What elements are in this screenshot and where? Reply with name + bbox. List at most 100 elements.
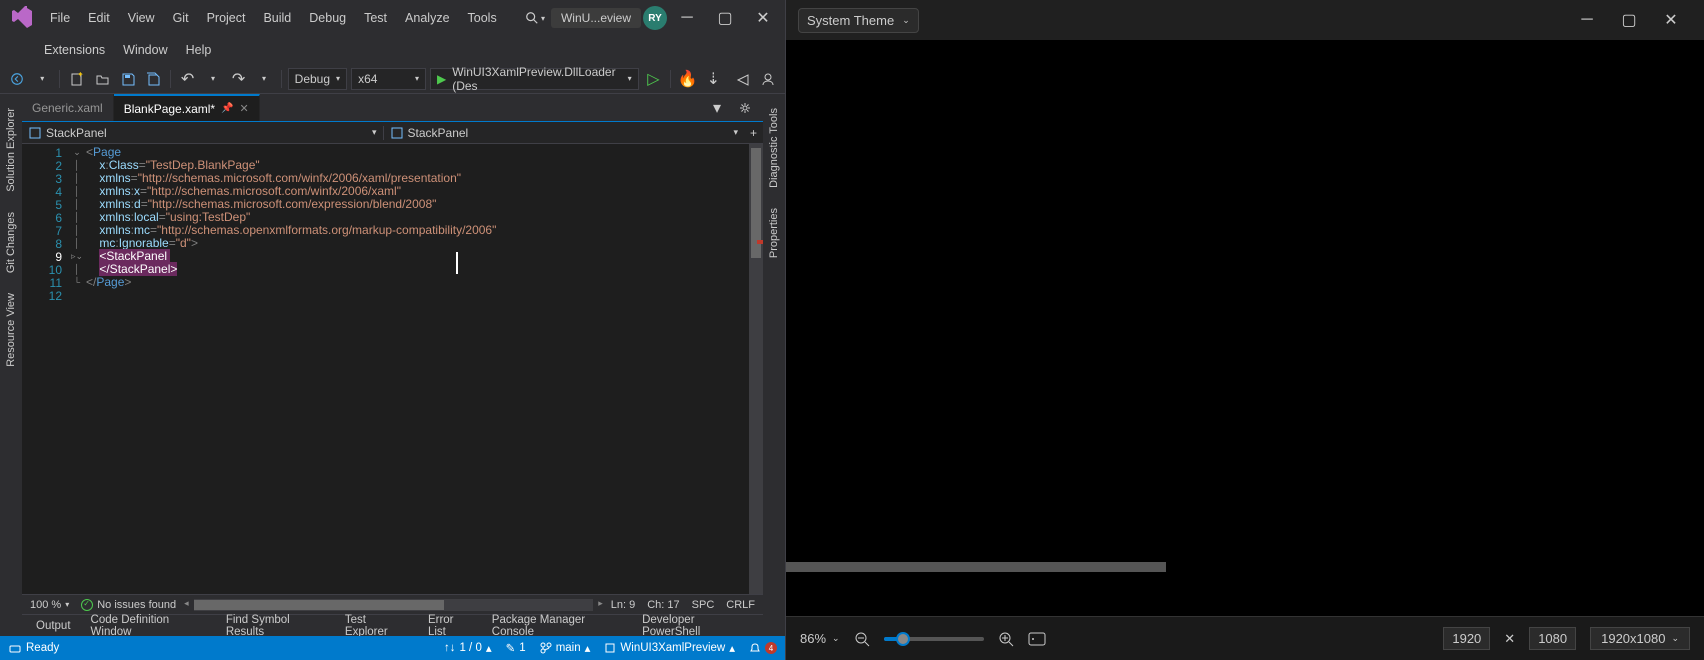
gear-icon xyxy=(739,102,751,114)
theme-select[interactable]: System Theme⌄ xyxy=(798,8,919,33)
cursor-line[interactable]: Ln: 9 xyxy=(611,599,635,611)
pv-height-input[interactable]: 1080 xyxy=(1529,627,1576,650)
preview-toolbar: 86%⌄ 1920 ✕ 1080 1920x1080⌄ xyxy=(786,616,1704,660)
fold-gutter[interactable]: ⌄│││││││▹⌄│└ xyxy=(68,144,86,594)
issues-indicator[interactable]: No issues found xyxy=(81,599,176,611)
menu-file[interactable]: File xyxy=(42,7,78,29)
start-nodbg-button[interactable]: ▷ xyxy=(643,67,665,91)
preview-titlebar: System Theme⌄ ─ ▢ ✕ xyxy=(786,0,1704,40)
code-area[interactable]: <Page x:Class="TestDep.BlankPage" xmlns=… xyxy=(86,144,749,594)
indent-mode[interactable]: SPC xyxy=(692,599,715,611)
panel-testexp[interactable]: Test Explorer xyxy=(337,612,416,637)
undo-drop[interactable]: ▾ xyxy=(202,67,224,91)
editor-scrollbar[interactable] xyxy=(749,144,763,594)
panel-findsym[interactable]: Find Symbol Results xyxy=(218,612,333,637)
code-editor[interactable]: 1234 5678 9101112 ⌄│││││││▹⌄│└ <Page x:C… xyxy=(22,144,763,594)
close-tab-button[interactable]: ✕ xyxy=(240,102,249,115)
tab-generic[interactable]: Generic.xaml xyxy=(22,94,114,121)
menu-project[interactable]: Project xyxy=(199,7,254,29)
side-solution-explorer[interactable]: Solution Explorer xyxy=(3,102,19,198)
side-properties[interactable]: Properties xyxy=(766,202,782,264)
maximize-button[interactable]: ▢ xyxy=(707,4,743,32)
menu-build[interactable]: Build xyxy=(255,7,299,29)
panel-tabs: Output Code Definition Window Find Symbo… xyxy=(22,614,763,636)
menu-debug[interactable]: Debug xyxy=(301,7,354,29)
panel-output[interactable]: Output xyxy=(28,618,79,634)
menu-tools[interactable]: Tools xyxy=(460,7,505,29)
side-diagnostic[interactable]: Diagnostic Tools xyxy=(766,102,782,194)
bell-icon xyxy=(749,642,761,654)
step-button[interactable]: ⇣ xyxy=(703,67,725,91)
preview-window: System Theme⌄ ─ ▢ ✕ 86%⌄ 1920 ✕ 1080 192… xyxy=(786,0,1704,660)
redo-button[interactable]: ↷ xyxy=(228,67,250,91)
user-avatar[interactable]: RY xyxy=(643,6,667,30)
preview-hscroll[interactable] xyxy=(786,562,1166,572)
pv-width-input[interactable]: 1920 xyxy=(1443,627,1490,650)
menu-edit[interactable]: Edit xyxy=(80,7,118,29)
play-icon: ▶ xyxy=(437,72,446,86)
pv-zoom-out[interactable] xyxy=(854,631,870,647)
pv-zoom-in[interactable] xyxy=(998,631,1014,647)
menu-view[interactable]: View xyxy=(120,7,163,29)
start-target[interactable]: ▶WinUI3XamlPreview.DllLoader (Des▾ xyxy=(430,68,639,90)
nav-back-button[interactable] xyxy=(6,67,28,91)
menu-extensions[interactable]: Extensions xyxy=(36,39,113,61)
hot-reload-button[interactable]: 🔥 xyxy=(677,67,699,91)
status-updown[interactable]: ↑↓ 1 / 0 ▴ xyxy=(444,641,492,655)
eol-mode[interactable]: CRLF xyxy=(726,599,755,611)
pv-close[interactable]: ✕ xyxy=(1650,4,1692,36)
panel-errlist[interactable]: Error List xyxy=(420,612,480,637)
platform-select[interactable]: x64▾ xyxy=(351,68,426,90)
share-icon xyxy=(736,72,750,86)
panel-devps[interactable]: Developer PowerShell xyxy=(634,612,757,637)
pv-zoom-slider[interactable] xyxy=(884,637,984,641)
menubar-row2: Extensions Window Help xyxy=(0,36,785,64)
undo-button[interactable]: ↶ xyxy=(177,67,199,91)
menu-window[interactable]: Window xyxy=(115,39,175,61)
panel-codedef[interactable]: Code Definition Window xyxy=(83,612,214,637)
redo-drop[interactable]: ▾ xyxy=(253,67,275,91)
zoom-select[interactable]: 100 % ▾ xyxy=(30,599,69,611)
tab-blankpage[interactable]: BlankPage.xaml* 📌 ✕ xyxy=(114,94,260,121)
panel-pmc[interactable]: Package Manager Console xyxy=(484,612,630,637)
pv-fit-button[interactable] xyxy=(1028,632,1046,646)
menu-analyze[interactable]: Analyze xyxy=(397,7,457,29)
new-item-button[interactable]: ✦ xyxy=(66,67,88,91)
preview-canvas[interactable] xyxy=(786,40,1704,616)
side-resource-view[interactable]: Resource View xyxy=(3,287,19,373)
menu-test[interactable]: Test xyxy=(356,7,395,29)
search-button[interactable]: ▾ xyxy=(521,6,549,30)
pin-icon[interactable]: 📌 xyxy=(221,103,233,114)
save-all-button[interactable] xyxy=(142,67,164,91)
menu-help[interactable]: Help xyxy=(178,39,220,61)
crumb-left[interactable]: StackPanel▾ xyxy=(22,126,383,140)
feedback-button[interactable] xyxy=(758,67,780,91)
cursor-col[interactable]: Ch: 17 xyxy=(647,599,679,611)
minimize-button[interactable]: ─ xyxy=(669,4,705,32)
pv-minimize[interactable]: ─ xyxy=(1566,4,1608,36)
editor-hscroll[interactable]: ◂▸ xyxy=(194,599,593,611)
pv-zoom-value[interactable]: 86%⌄ xyxy=(800,631,840,646)
solution-title[interactable]: WinU...eview xyxy=(551,8,641,28)
status-branch[interactable]: main ▴ xyxy=(540,641,591,655)
config-select[interactable]: Debug▾ xyxy=(288,68,347,90)
live-share-button[interactable] xyxy=(732,67,754,91)
open-button[interactable] xyxy=(91,67,113,91)
menubar: File Edit View Git Project Build Debug T… xyxy=(0,0,785,36)
menu-git[interactable]: Git xyxy=(165,7,197,29)
nav-drop[interactable]: ▾ xyxy=(32,67,54,91)
pv-resolution-select[interactable]: 1920x1080⌄ xyxy=(1590,627,1690,650)
editor-body: Solution Explorer Git Changes Resource V… xyxy=(0,94,785,636)
save-button[interactable] xyxy=(117,67,139,91)
status-project[interactable]: WinUI3XamlPreview ▴ xyxy=(604,641,735,655)
crumb-add-button[interactable]: + xyxy=(744,126,763,140)
left-tool-tabs: Solution Explorer Git Changes Resource V… xyxy=(0,94,22,636)
close-button[interactable]: ✕ xyxy=(745,4,781,32)
tab-drop-button[interactable]: ▾ xyxy=(705,96,729,120)
side-git-changes[interactable]: Git Changes xyxy=(3,206,19,279)
tab-gear-button[interactable] xyxy=(733,96,757,120)
pv-maximize[interactable]: ▢ xyxy=(1608,4,1650,36)
status-notifications[interactable]: 4 xyxy=(749,642,777,654)
status-pencil[interactable]: ✎ 1 xyxy=(506,641,526,655)
crumb-right[interactable]: StackPanel▾ xyxy=(384,126,745,140)
